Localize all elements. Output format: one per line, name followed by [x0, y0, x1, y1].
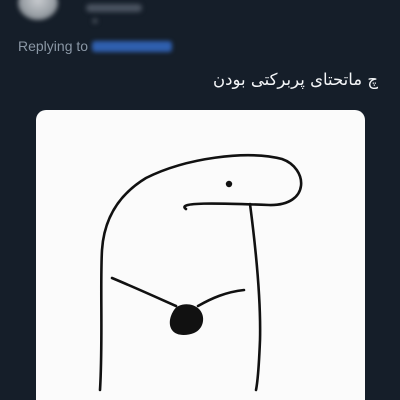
reply-to-handle-link[interactable] [92, 40, 173, 52]
flork-meme-drawing-icon [98, 154, 303, 392]
user-avatar[interactable] [18, 0, 58, 20]
tweet-reply-screen: Replying to چ ماتحتای پربرکتی بودن [0, 0, 400, 400]
user-handle-redacted [92, 18, 98, 24]
user-display-name-redacted[interactable] [86, 4, 142, 12]
tweet-media-image[interactable] [36, 110, 365, 400]
tweet-text: چ ماتحتای پربرکتی بودن [213, 70, 378, 89]
replying-to-label: Replying to [18, 38, 89, 54]
replying-to-line: Replying to [18, 36, 173, 56]
